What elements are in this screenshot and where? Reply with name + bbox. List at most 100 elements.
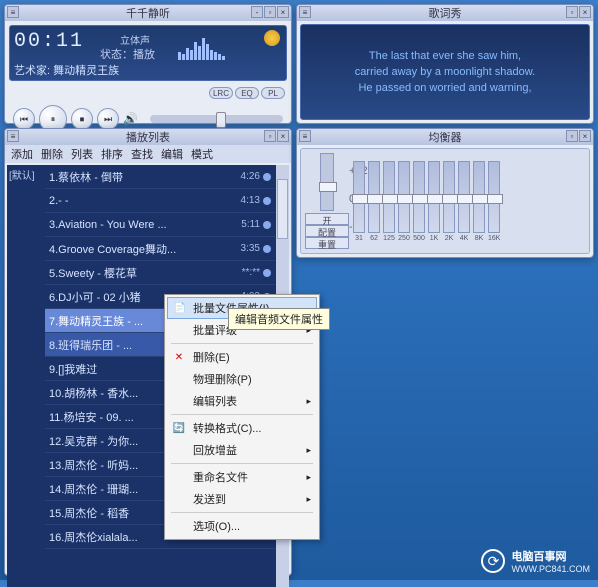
eq-slider-16K[interactable] xyxy=(488,161,500,233)
eq-band-16K: 16K xyxy=(488,161,500,242)
track-title: 13.周杰伦 - 听妈... xyxy=(49,457,138,473)
eq-slider-62[interactable] xyxy=(368,161,380,233)
menu-item-label: 删除(E) xyxy=(193,349,230,365)
eq-band-125: 125 xyxy=(383,161,395,242)
track-title: 4.Groove Coverage舞动... xyxy=(49,241,176,257)
lyrics-menu-icon[interactable]: ≡ xyxy=(299,6,311,18)
eq-close-icon[interactable]: × xyxy=(579,130,591,142)
lyric-line: The last that ever she saw him, xyxy=(369,50,521,62)
eq-left-panel: 开配置重置 xyxy=(305,153,349,249)
next-button[interactable]: ⏭ xyxy=(97,108,119,130)
playlist-menu-item[interactable]: 列表 xyxy=(71,146,93,162)
prev-button[interactable]: ⏮ xyxy=(13,108,35,130)
menu-item[interactable]: 编辑列表 xyxy=(167,390,317,412)
menu-separator xyxy=(171,463,313,464)
track-duration: 4:26 xyxy=(241,171,271,182)
menu-item[interactable]: ✕删除(E) xyxy=(167,346,317,368)
menu-item[interactable]: 物理删除(P) xyxy=(167,368,317,390)
eq-slider-8K[interactable] xyxy=(473,161,485,233)
menu-separator xyxy=(171,414,313,415)
menu-item-label: 发送到 xyxy=(193,491,226,507)
eq-band-500: 500 xyxy=(413,161,425,242)
track-row[interactable]: 3.Aviation - You Were ...5:11 xyxy=(45,213,275,237)
visualizer xyxy=(178,32,225,60)
track-row[interactable]: 5.Sweety - 樱花草 **:** xyxy=(45,261,275,285)
context-menu: 📄批量文件属性(I)...批量评级✕删除(E)物理删除(P)编辑列表🔄转换格式(… xyxy=(164,294,320,540)
track-title: 15.周杰伦 - 稻香 xyxy=(49,505,129,521)
lyrics-window: ≡ 歌词秀 ▫ × The last that ever she saw him… xyxy=(296,4,594,124)
playlist-menu-item[interactable]: 模式 xyxy=(191,146,213,162)
lyrics-close-icon[interactable]: × xyxy=(579,6,591,18)
mini-mode-icon[interactable]: ▫ xyxy=(264,6,276,18)
eq-band-label: 125 xyxy=(383,235,395,242)
eq-slider-1K[interactable] xyxy=(428,161,440,233)
player-pills: LRCEQPL xyxy=(5,85,291,101)
menu-item[interactable]: 重命名文件 xyxy=(167,466,317,488)
playlist-close-icon[interactable]: × xyxy=(277,130,289,142)
headphone-icon[interactable] xyxy=(264,30,280,46)
track-duration: **:** xyxy=(242,267,271,278)
player-menu-icon[interactable]: ≡ xyxy=(7,6,19,18)
tooltip: 编辑音频文件属性 xyxy=(228,308,330,330)
track-title: 1.蔡依林 - 倒带 xyxy=(49,169,123,185)
pl-button[interactable]: PL xyxy=(261,87,285,99)
eq-preamp-slider[interactable] xyxy=(320,153,334,211)
status-display: 状态：播放 xyxy=(100,46,155,62)
player-window: ≡ 千千静听 - ▫ × 00:11 立体声 状态：播放 艺术家: 舞动精灵王族… xyxy=(4,4,292,124)
eq-body: 开配置重置 +120-12 31621252505001K2K4K8K16K xyxy=(300,148,590,254)
menu-item-label: 回放增益 xyxy=(193,442,237,458)
eq-slider-2K[interactable] xyxy=(443,161,455,233)
lyrics-min-icon[interactable]: ▫ xyxy=(566,6,578,18)
lyrics-body: The last that ever she saw him,carried a… xyxy=(300,24,590,120)
eq-slider-4K[interactable] xyxy=(458,161,470,233)
track-row[interactable]: 1.蔡依林 - 倒带 4:26 xyxy=(45,165,275,189)
stereo-label: 立体声 xyxy=(120,32,150,47)
menu-item-label: 重命名文件 xyxy=(193,469,248,485)
menu-item-icon: 📄 xyxy=(172,300,188,316)
eq-menu-icon[interactable]: ≡ xyxy=(299,130,311,142)
eq-min-icon[interactable]: ▫ xyxy=(566,130,578,142)
eq-band-4K: 4K xyxy=(458,161,470,242)
minimize-icon[interactable]: - xyxy=(251,6,263,18)
menu-item[interactable]: 回放增益 xyxy=(167,439,317,461)
playlist-menu-item[interactable]: 添加 xyxy=(11,146,33,162)
eq-band-label: 62 xyxy=(370,235,378,242)
eq-band-62: 62 xyxy=(368,161,380,242)
close-icon[interactable]: × xyxy=(277,6,289,18)
track-indicator-icon xyxy=(263,245,271,253)
default-playlist-label[interactable]: [默认] xyxy=(9,167,35,182)
track-row[interactable]: 2.- -4:13 xyxy=(45,189,275,213)
playlist-menu-item[interactable]: 编辑 xyxy=(161,146,183,162)
playlist-menu-item[interactable]: 查找 xyxy=(131,146,153,162)
stop-button[interactable]: ⏹ xyxy=(71,108,93,130)
eq-button[interactable]: EQ xyxy=(235,87,259,99)
track-title: 5.Sweety - 樱花草 xyxy=(49,265,137,281)
lrc-button[interactable]: LRC xyxy=(209,87,233,99)
eq-title: 均衡器 xyxy=(429,129,462,145)
volume-slider[interactable] xyxy=(150,115,283,123)
eq-重置-button[interactable]: 重置 xyxy=(305,237,349,249)
menu-item-label: 物理删除(P) xyxy=(193,371,252,387)
eq-band-2K: 2K xyxy=(443,161,455,242)
speaker-icon[interactable]: 🔊 xyxy=(123,112,138,126)
eq-配置-button[interactable]: 配置 xyxy=(305,225,349,237)
playlist-menu-item[interactable]: 排序 xyxy=(101,146,123,162)
eq-sliders: +120-12 31621252505001K2K4K8K16K xyxy=(353,153,585,249)
eq-slider-250[interactable] xyxy=(398,161,410,233)
playlist-menu-icon[interactable]: ≡ xyxy=(7,130,19,142)
eq-开-button[interactable]: 开 xyxy=(305,213,349,225)
eq-slider-125[interactable] xyxy=(383,161,395,233)
eq-titlebar: ≡ 均衡器 ▫ × xyxy=(297,129,593,145)
playlist-menu-item[interactable]: 删除 xyxy=(41,146,63,162)
track-row[interactable]: 4.Groove Coverage舞动...3:35 xyxy=(45,237,275,261)
menu-item[interactable]: 发送到 xyxy=(167,488,317,510)
menu-item[interactable]: 选项(O)... xyxy=(167,515,317,537)
eq-slider-500[interactable] xyxy=(413,161,425,233)
eq-band-1K: 1K xyxy=(428,161,440,242)
menu-item[interactable]: 🔄转换格式(C)... xyxy=(167,417,317,439)
artist-display: 艺术家: 舞动精灵王族 xyxy=(14,62,119,78)
eq-slider-31[interactable] xyxy=(353,161,365,233)
eq-band-label: 4K xyxy=(460,235,469,242)
scrollbar-thumb[interactable] xyxy=(277,179,288,239)
playlist-min-icon[interactable]: ▫ xyxy=(264,130,276,142)
